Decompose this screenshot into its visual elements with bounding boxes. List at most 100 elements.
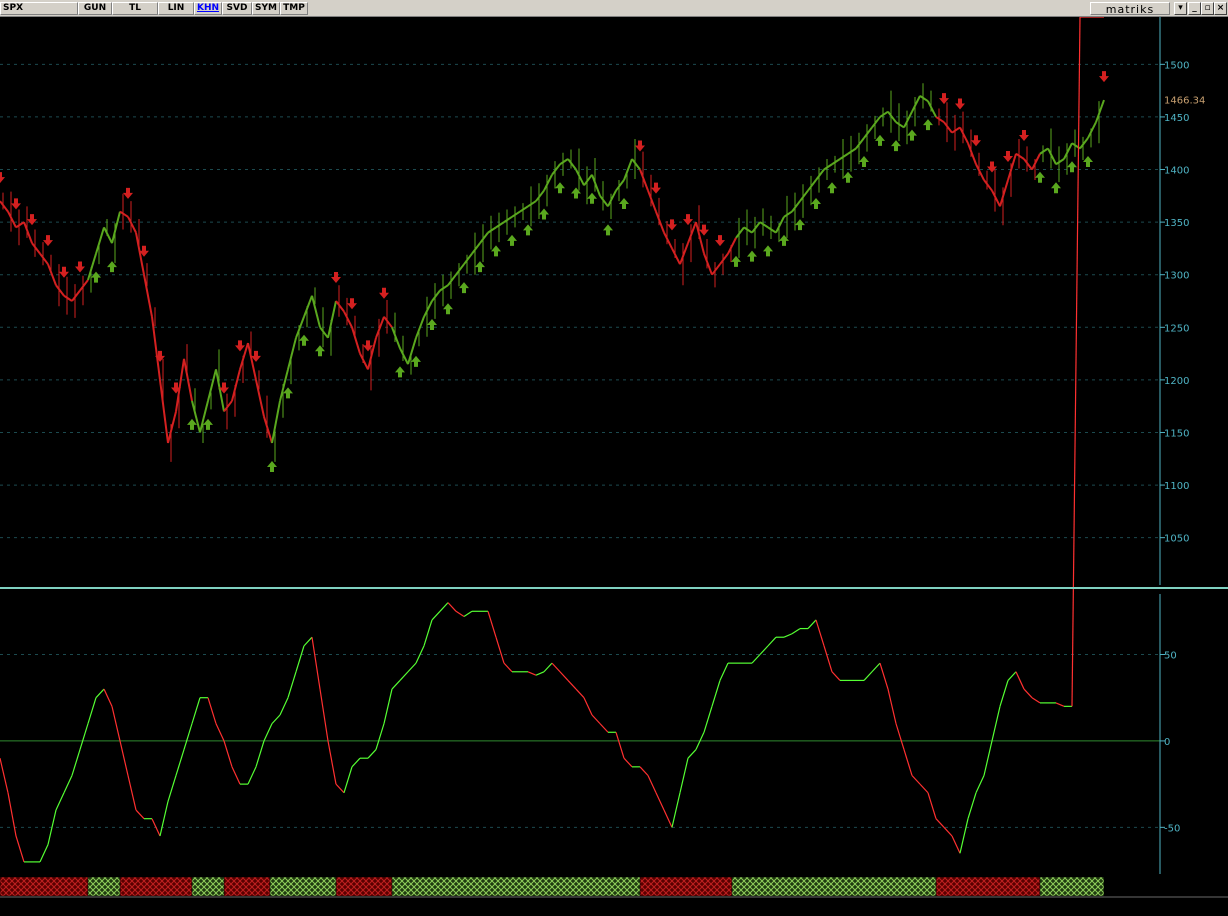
tmp-button[interactable]: TMP [280,2,308,15]
sym-button[interactable]: SYM [252,2,280,15]
price-segment [1087,121,1097,139]
up-arrow-icon [619,198,629,210]
state-down-block [639,876,733,897]
gun-button[interactable]: GUN [78,2,112,15]
price-segment [799,189,809,202]
price-segment [399,347,409,365]
price-segment [391,326,401,349]
osc-segment [575,688,585,699]
up-arrow-icon [187,418,197,430]
down-arrow-icon [1003,151,1013,163]
price-segment [823,163,833,171]
price-segment [879,110,889,118]
up-arrow-icon [859,155,869,167]
osc-segment [879,662,889,690]
state-up-block [1039,876,1105,897]
price-segment [55,284,65,297]
osc-segment [351,757,361,768]
osc-series [0,17,1104,863]
price-segment [975,163,985,181]
osc-segment [103,688,113,707]
osc-segment [791,628,801,635]
price-segment [727,237,737,255]
up-arrow-icon [539,208,549,220]
osc-segment [759,645,769,655]
price-segment [143,274,153,317]
osc-segment [215,723,225,742]
state-down-block [935,876,1041,897]
osc-segment [327,740,337,785]
osc-segment [167,775,177,802]
price-segment [287,337,297,370]
price-segment [599,195,609,207]
osc-segment [991,706,1001,742]
down-arrow-icon [347,298,357,310]
osc-segment [1031,697,1041,704]
osc-segment [223,740,233,768]
price-segment [687,221,697,244]
dropdown-icon[interactable]: ▾ [1174,2,1187,15]
minimize-icon[interactable]: _ [1188,2,1201,15]
price-segment [1031,153,1041,170]
osc-segment [255,740,265,768]
price-tick-label: 1250 [1164,323,1189,334]
price-segment [23,221,33,244]
price-segment [151,316,161,381]
price-segment [775,216,785,234]
osc-segment [1071,17,1081,707]
up-arrow-icon [923,119,933,131]
close-icon[interactable]: × [1214,2,1227,15]
osc-segment [591,714,601,725]
price-segment [967,142,977,165]
price-segment [983,179,993,192]
price-segment [1039,147,1049,155]
toolbar: SPX GUN TL LIN KHN SVD SYM TMP matriks ▾… [0,0,1228,17]
osc-segment [191,697,201,724]
down-arrow-icon [651,182,661,194]
price-segment [255,379,265,417]
price-segment [431,289,441,302]
osc-segment [687,749,697,759]
state-up-block [391,876,641,897]
lin-button[interactable]: LIN [158,2,194,15]
osc-segment [7,792,17,837]
osc-segment [903,749,913,776]
svd-button[interactable]: SVD [222,2,252,15]
price-tick-label: 1500 [1164,60,1189,71]
price-segment [0,200,9,213]
price-segment [111,211,121,244]
price-segment [999,179,1009,207]
price-segment [943,121,953,134]
osc-segment [391,680,401,690]
osc-segment [823,645,833,672]
price-segment [127,216,137,234]
osc-segment [559,671,569,681]
osc-segment [207,697,217,724]
up-arrow-icon [1035,171,1045,183]
price-tick-label: 1150 [1164,428,1189,439]
state-up-block [87,876,121,897]
osc-segment [551,662,561,673]
osc-segment [815,619,825,647]
price-segment [839,152,849,160]
state-bar [0,876,1228,898]
price-segment [447,274,457,286]
khn-button[interactable]: KHN [194,2,222,15]
price-segment [511,210,521,218]
down-arrow-icon [235,340,245,352]
up-arrow-icon [907,129,917,141]
osc-segment [647,775,657,794]
osc-segment [711,680,721,707]
up-arrow-icon [507,234,517,246]
up-arrow-icon [459,282,469,294]
price-segment [991,190,1001,207]
price-segment [167,411,177,444]
down-arrow-icon [123,187,133,199]
price-segment [223,400,233,413]
price-segment [703,253,713,276]
price-segment [263,416,273,444]
price-segment [863,126,873,139]
symbol-field[interactable]: SPX [0,2,78,15]
restore-icon[interactable]: ▫ [1201,2,1214,15]
tl-button[interactable]: TL [112,2,158,15]
